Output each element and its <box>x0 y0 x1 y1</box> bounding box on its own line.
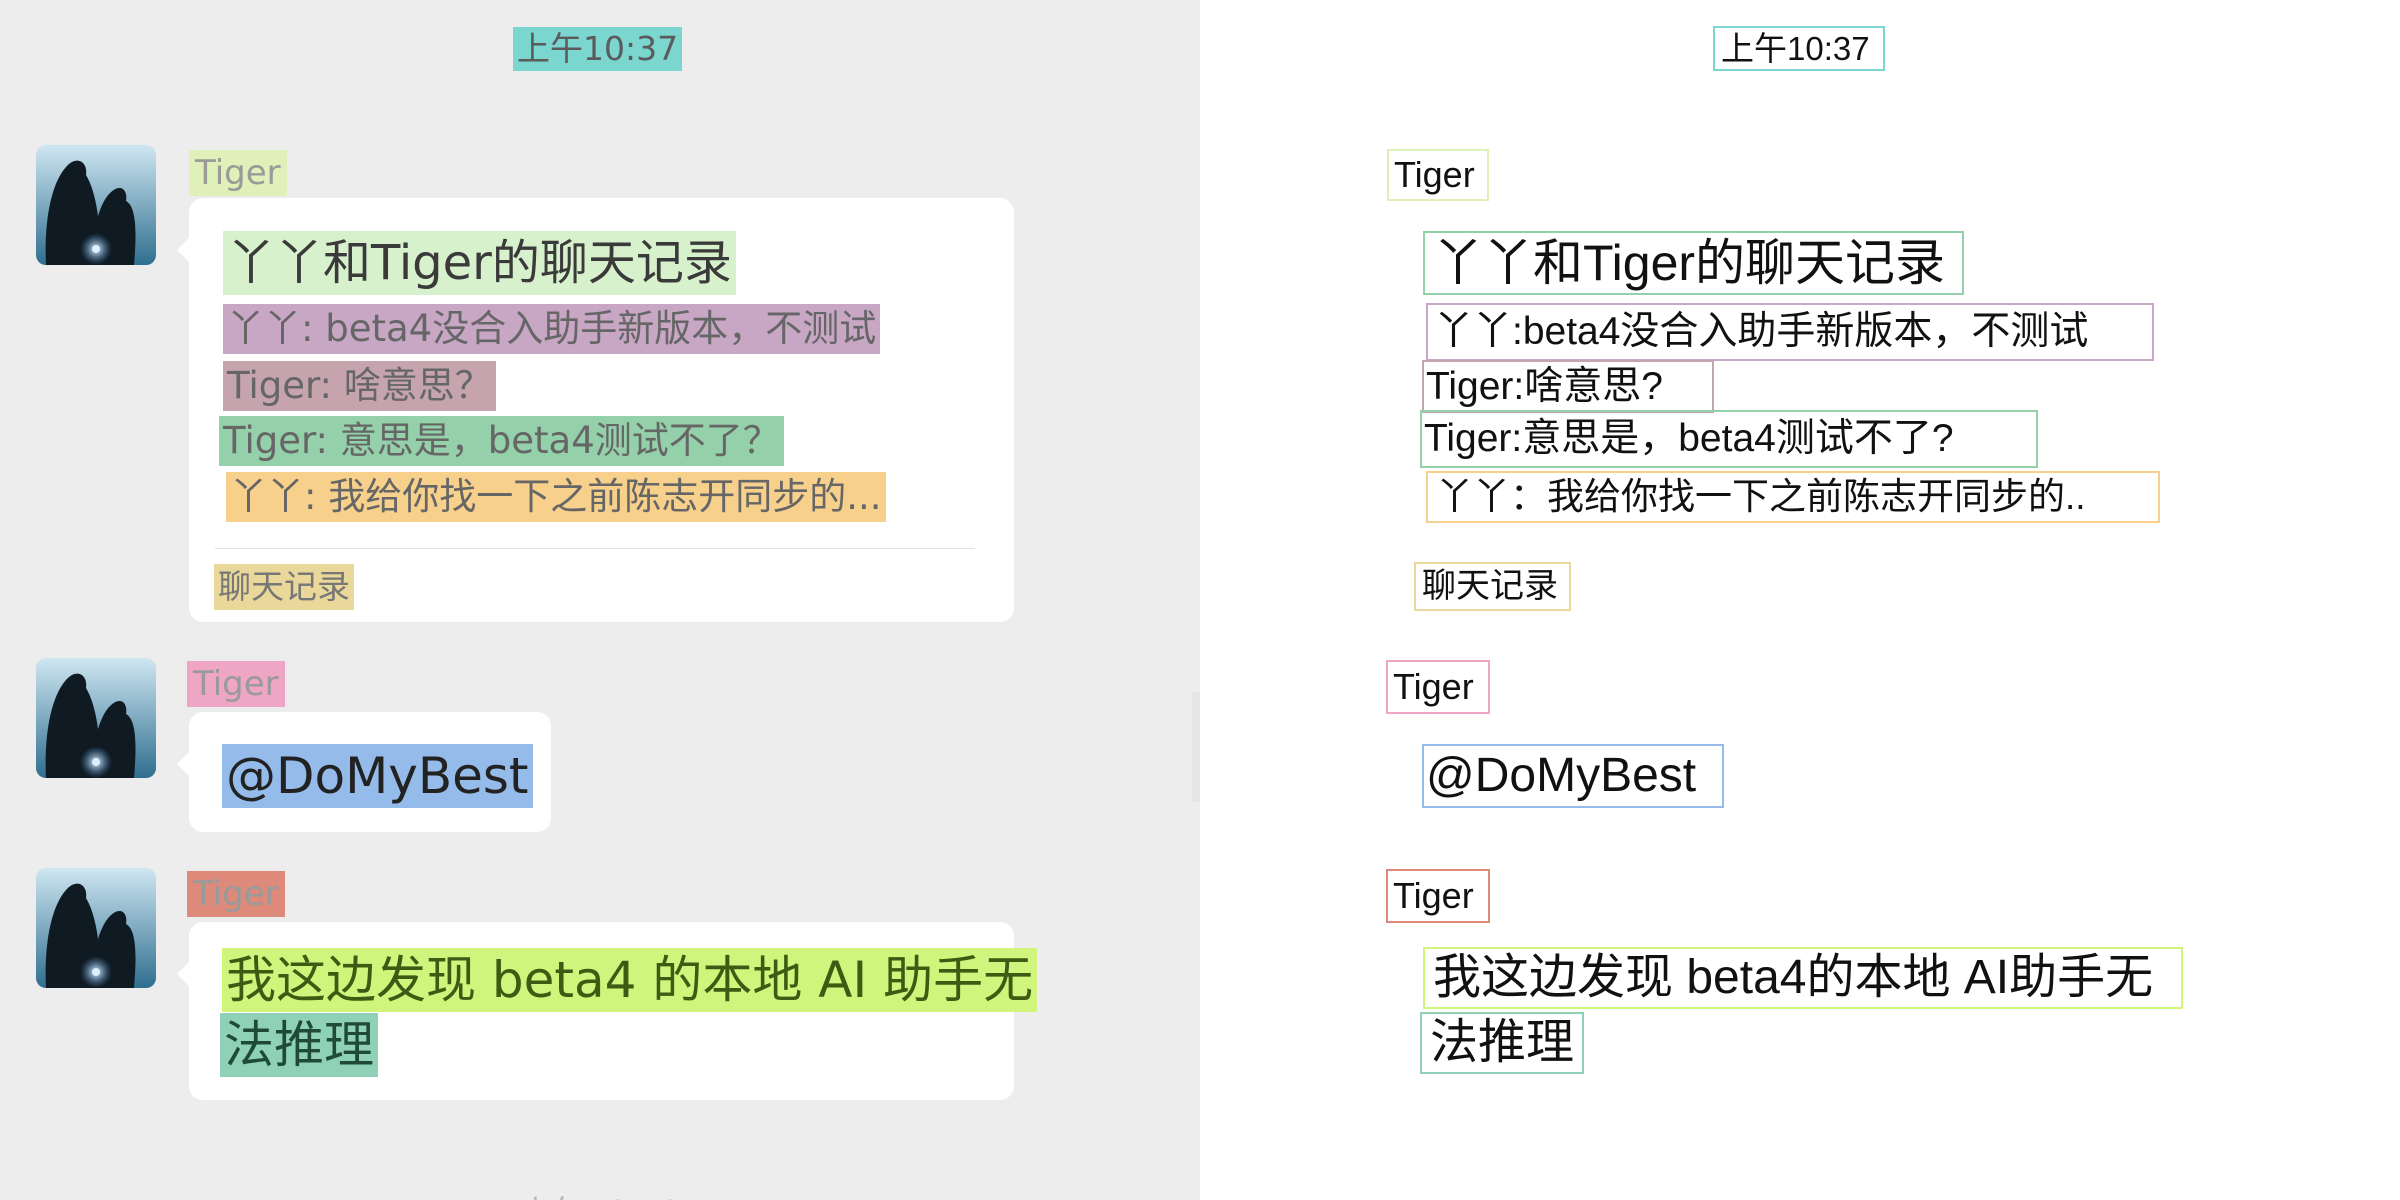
sender-name: Tiger <box>187 871 285 917</box>
ocr-box-record-line: Tiger:啥意思? <box>1422 360 1714 413</box>
ocr-box-mention: @DoMyBest <box>1422 744 1724 808</box>
avatar[interactable] <box>36 145 156 265</box>
ocr-box-name: Tiger <box>1387 149 1489 201</box>
chat-record-line: Tiger: 啥意思？ <box>223 361 496 411</box>
ocr-box-record-line: 丫丫:beta4没合入助手新版本，不测试 <box>1426 303 2154 361</box>
chat-record-divider <box>215 548 975 549</box>
ocr-box-record-line: 丫丫：我给你找一下之前陈志开同步的.. <box>1426 471 2160 523</box>
sender-name: Tiger <box>187 661 285 707</box>
penguin-avatar-icon <box>36 658 156 778</box>
message-text-line: 法推理 <box>220 1013 378 1077</box>
ocr-box-message-line: 我这边发现 beta4的本地 AI助手无 <box>1423 947 2183 1009</box>
chat-record-footer: 聊天记录 <box>214 564 354 610</box>
chat-record-title: 丫丫和Tiger的聊天记录 <box>223 231 736 295</box>
ocr-box-timestamp: 上午10:37 <box>1713 26 1885 71</box>
ocr-box-record-title: 丫丫和Tiger的聊天记录 <box>1423 231 1964 295</box>
chat-record-line: Tiger: 意思是，beta4测试不了？ <box>219 416 784 466</box>
panel-divider <box>1192 692 1200 802</box>
avatar[interactable] <box>36 658 156 778</box>
ocr-box-record-line: Tiger:意思是，beta4测试不了? <box>1420 410 2038 468</box>
ocr-panel: 上午10:37 Tiger 丫丫和Tiger的聊天记录 丫丫:beta4没合入助… <box>1200 0 2400 1200</box>
penguin-avatar-icon <box>36 868 156 988</box>
ocr-box-message-line: 法推理 <box>1420 1012 1584 1074</box>
chat-record-line: 丫丫: beta4没合入助手新版本，不测试 <box>223 304 881 354</box>
sender-name: Tiger <box>189 150 287 196</box>
avatar[interactable] <box>36 868 156 988</box>
penguin-avatar-icon <box>36 145 156 265</box>
ocr-box-record-footer: 聊天记录 <box>1414 562 1571 611</box>
ocr-box-name: Tiger <box>1386 869 1490 923</box>
message-mention[interactable]: @DoMyBest <box>222 744 533 808</box>
chat-timestamp: 上午10:37 <box>513 27 683 71</box>
chat-record-line: 丫丫: 我给你找一下之前陈志开同步的... <box>226 472 886 522</box>
message-text-line: 我这边发现 beta4 的本地 AI 助手无 <box>222 948 1038 1012</box>
chat-panel: 上午10:37 Tiger 丫丫和Tiger的聊天记录 丫丫: beta4没合入… <box>0 0 1200 1200</box>
chat-timestamp: 上午10:40 <box>520 1186 681 1200</box>
ocr-box-name: Tiger <box>1386 660 1490 714</box>
